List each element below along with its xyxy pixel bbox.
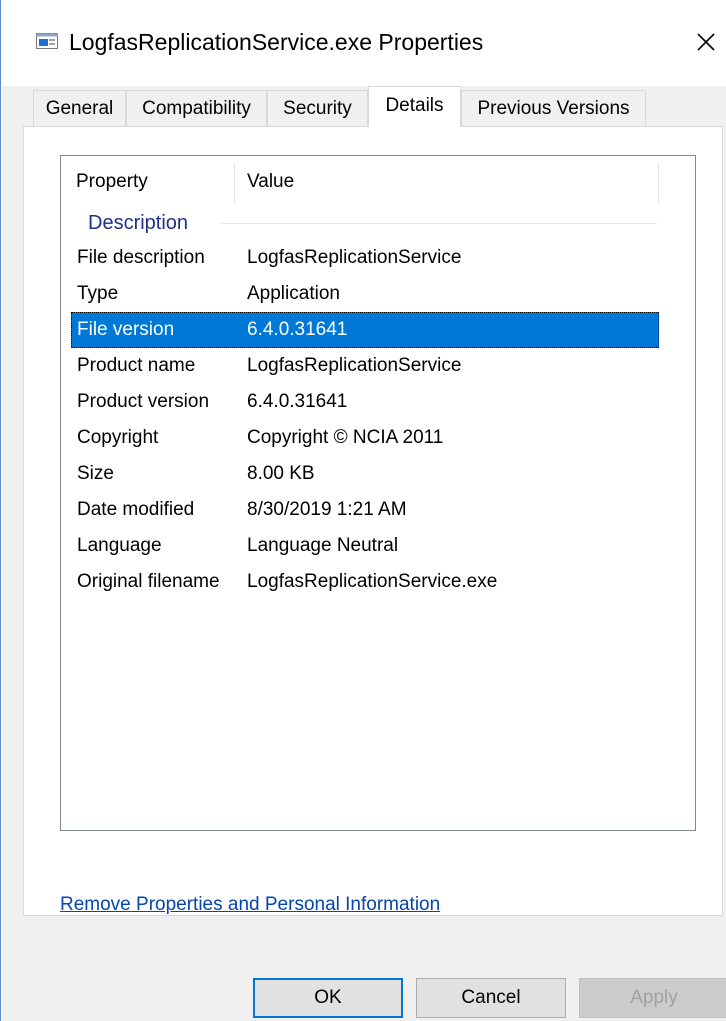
table-row[interactable]: Type Application [71, 276, 659, 312]
close-icon [697, 33, 715, 51]
property-name: Product version [77, 391, 210, 412]
table-row[interactable]: File description LogfasReplicationServic… [71, 240, 659, 276]
list-header: Property Value [61, 156, 695, 208]
table-row[interactable]: Product version 6.4.0.31641 [71, 384, 659, 420]
table-row[interactable]: Language Language Neutral [71, 528, 659, 564]
property-name: File version [77, 319, 175, 340]
property-name: Date modified [77, 499, 195, 520]
table-row[interactable]: Copyright Copyright © NCIA 2011 [71, 420, 659, 456]
property-name: Size [77, 463, 114, 484]
cancel-button[interactable]: Cancel [416, 978, 566, 1018]
tab-security[interactable]: Security [267, 90, 368, 126]
property-value: 8/30/2019 1:21 AM [247, 499, 407, 520]
column-header-property[interactable]: Property [76, 156, 148, 208]
table-row[interactable]: Date modified 8/30/2019 1:21 AM [71, 492, 659, 528]
column-divider[interactable] [658, 162, 659, 204]
table-row[interactable]: Original filename LogfasReplicationServi… [71, 564, 659, 600]
table-row-selected[interactable]: File version 6.4.0.31641 [71, 312, 659, 348]
tab-previous-versions[interactable]: Previous Versions [461, 90, 646, 126]
property-value: 6.4.0.31641 [247, 319, 348, 340]
group-header-description: Description [61, 208, 695, 238]
remove-properties-link[interactable]: Remove Properties and Personal Informati… [60, 894, 440, 916]
property-name: File description [77, 247, 205, 268]
property-name: Copyright [77, 427, 159, 448]
tab-general[interactable]: General [33, 90, 126, 126]
property-value: Application [247, 283, 340, 304]
properties-dialog: LogfasReplicationService.exe Properties … [0, 0, 726, 1021]
window-title: LogfasReplicationService.exe Properties [69, 29, 484, 55]
property-name: Product name [77, 355, 196, 376]
property-value: Language Neutral [247, 535, 399, 556]
tab-details[interactable]: Details [368, 86, 461, 127]
table-row[interactable]: Size 8.00 KB [71, 456, 659, 492]
property-value: 8.00 KB [247, 463, 315, 484]
property-name: Type [77, 283, 119, 304]
property-value: 6.4.0.31641 [247, 391, 348, 412]
group-divider [221, 223, 657, 224]
file-properties-icon [36, 33, 58, 49]
details-list[interactable]: Property Value Description File descript… [60, 155, 696, 831]
property-name: Original filename [77, 571, 220, 592]
column-header-value[interactable]: Value [247, 156, 294, 208]
title-bar: LogfasReplicationService.exe Properties [1, 0, 726, 86]
tab-strip: General Compatibility Security Details P… [2, 86, 726, 127]
close-button[interactable] [685, 22, 726, 62]
property-value: Copyright © NCIA 2011 [247, 427, 444, 448]
property-value: LogfasReplicationService [247, 355, 462, 376]
apply-button[interactable]: Apply [579, 978, 726, 1018]
column-divider[interactable] [234, 162, 235, 204]
property-name: Language [77, 535, 162, 556]
table-row[interactable]: Product name LogfasReplicationService [71, 348, 659, 384]
details-tab-page: Property Value Description File descript… [23, 126, 723, 916]
property-value: LogfasReplicationService.exe [247, 571, 498, 592]
property-value: LogfasReplicationService [247, 247, 462, 268]
group-title: Description [88, 212, 189, 234]
dialog-body: General Compatibility Security Details P… [2, 86, 726, 1021]
tab-compatibility[interactable]: Compatibility [126, 90, 267, 126]
ok-button[interactable]: OK [253, 978, 403, 1018]
